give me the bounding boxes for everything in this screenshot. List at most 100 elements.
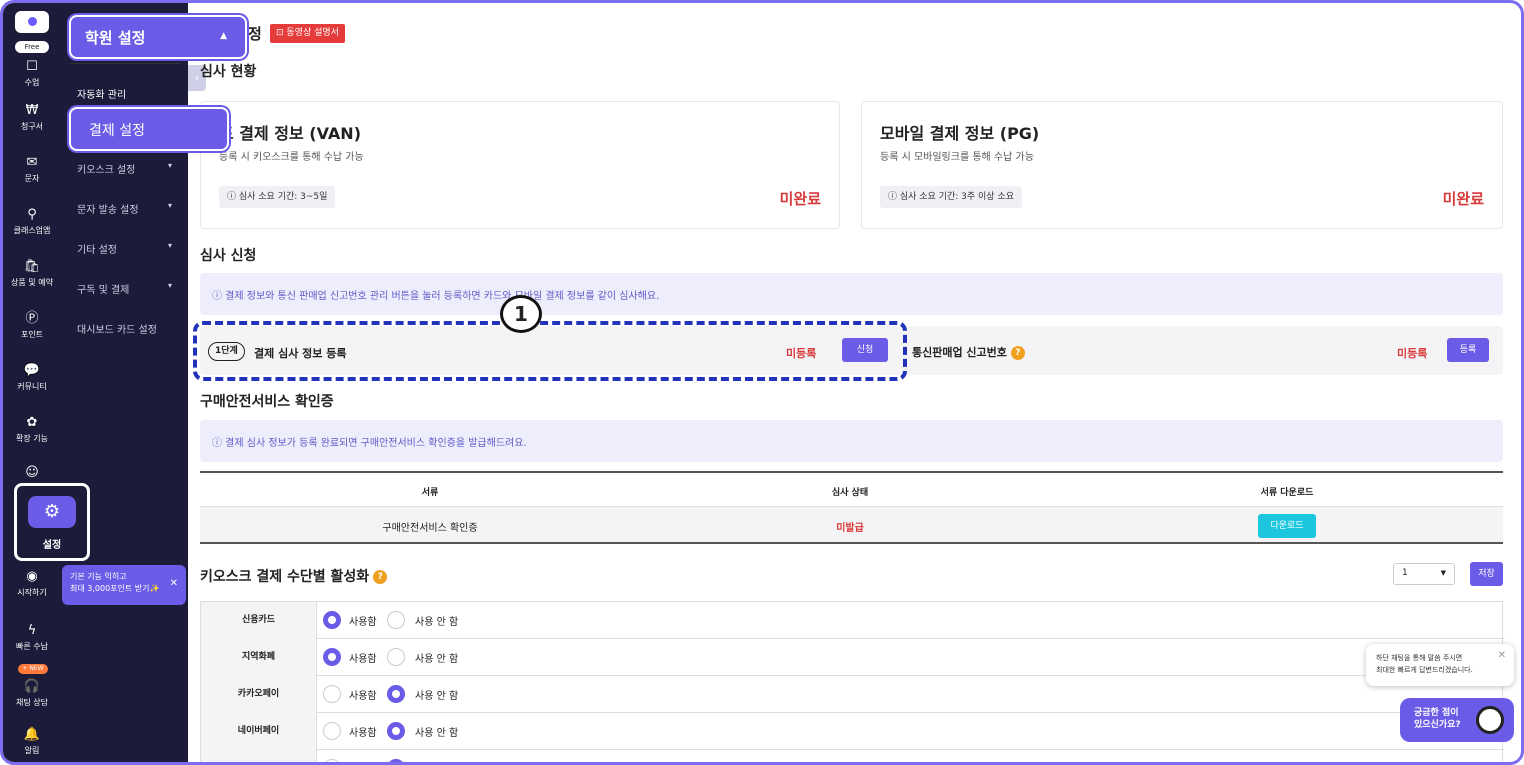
- card-title: 모바일 결제 정보 (PG): [880, 124, 1040, 143]
- use-radio[interactable]: [323, 648, 341, 666]
- rail-item-invoice[interactable]: ₩ 청구서: [3, 103, 61, 132]
- nouse-radio[interactable]: [387, 722, 405, 740]
- start-icon: ◉: [26, 569, 38, 584]
- onboarding-tip[interactable]: 기본 기능 익히고 최대 3,000포인트 받기✨ ✕: [62, 565, 186, 605]
- nouse-radio[interactable]: [387, 611, 405, 629]
- sidebar-item-sms[interactable]: 문자 발송 설정 ▾: [77, 201, 172, 216]
- rail-item-products[interactable]: 🛍 상품 및 예약: [3, 259, 61, 288]
- card-subtitle: 등록 시 키오스크를 통해 수납 가능: [219, 152, 364, 163]
- rail-item-settings[interactable]: ⚙ 설정: [14, 483, 90, 561]
- rail-item-misc[interactable]: ☺: [3, 465, 61, 483]
- divider: [71, 63, 181, 64]
- use-radio[interactable]: [323, 722, 341, 740]
- rail-item-chat[interactable]: 🎧 채팅 상담: [3, 679, 61, 708]
- sidebar-item-subscription[interactable]: 구독 및 결제 ▾: [77, 281, 172, 296]
- app-icon: ⚲: [27, 207, 37, 222]
- rail-item-quick-pay[interactable]: ϟ 빠른 수납: [3, 623, 61, 652]
- nouse-radio[interactable]: [387, 759, 405, 762]
- app-frame: Free ☐ 수업 ₩ 청구서 ✉ 문자 ⚲ 클래스업앱 🛍 상품 및 예약 Ⓟ 포인트 💬…: [0, 0, 1524, 765]
- points-icon: Ⓟ: [25, 311, 39, 326]
- gear-icon: ⚙: [28, 496, 76, 528]
- highlight-dashed-box: [193, 321, 907, 381]
- plan-badge: Free: [15, 41, 49, 53]
- chat-open-button[interactable]: 궁금한 점이 있으신가요?: [1400, 698, 1514, 742]
- card-title: 드 결제 정보 (VAN): [219, 124, 362, 143]
- table-row: 지역화폐 사용함 사용 안 함: [201, 639, 1504, 676]
- chevron-down-icon: ▾: [167, 201, 172, 210]
- table-header: 서류 심사 상태 서류 다운로드: [200, 471, 1503, 507]
- download-button[interactable]: 다운로드: [1258, 514, 1316, 538]
- headset-icon: 🎧: [23, 679, 41, 694]
- close-icon[interactable]: ✕: [170, 578, 178, 590]
- help-icon[interactable]: ?: [1010, 346, 1025, 360]
- review-status-heading: 심사 현황: [200, 64, 257, 80]
- class-icon: ☐: [26, 59, 38, 74]
- payment-name: 네이버페이: [201, 713, 317, 750]
- close-icon[interactable]: ✕: [1498, 650, 1506, 662]
- safety-heading: 구매안전서비스 확인증: [200, 394, 334, 410]
- rail-item-message[interactable]: ✉ 문자: [3, 155, 61, 184]
- telecom-label: 통신판매업 신고번호?: [912, 344, 1025, 360]
- page-select[interactable]: 1 ▼: [1393, 563, 1455, 585]
- sidebar-item-dashboard-cards[interactable]: 대시보드 카드 설정: [77, 321, 172, 336]
- sidebar-item-automation[interactable]: 자동화 관리: [77, 86, 172, 101]
- column-header: 심사 상태: [831, 488, 869, 498]
- radio-label: 사용 안 함: [415, 761, 458, 762]
- telecom-status: 미등록: [1397, 347, 1428, 360]
- use-radio[interactable]: [323, 611, 341, 629]
- doc-status: 미발급: [836, 523, 864, 534]
- bag-icon: 🛍: [23, 259, 41, 274]
- status-label: 미완료: [1442, 190, 1484, 208]
- sidebar-item-payment-settings[interactable]: 결제 설정: [69, 107, 229, 151]
- nouse-radio[interactable]: [387, 685, 405, 703]
- review-period-chip: ⓘ 심사 소요 기간: 3~5일: [219, 186, 336, 208]
- app-logo[interactable]: [15, 11, 49, 33]
- table-row: 신용카드 사용함 사용 안 함: [201, 602, 1504, 639]
- page-title: 정: [248, 25, 262, 43]
- radio-label: 사용 안 함: [415, 617, 459, 628]
- radio-label: 사용함: [349, 691, 377, 702]
- use-radio[interactable]: [323, 759, 341, 762]
- nouse-radio[interactable]: [387, 648, 405, 666]
- payment-name: 카카오페이: [201, 676, 317, 713]
- table-row: 카카오페이 사용함 사용 안 함: [201, 676, 1504, 713]
- tip-line: 최대 3,000포인트 받기✨: [70, 584, 160, 593]
- payment-name: 신용카드: [201, 602, 317, 639]
- rail-item-points[interactable]: Ⓟ 포인트: [3, 311, 61, 340]
- register-button[interactable]: 등록: [1447, 338, 1489, 362]
- save-button[interactable]: 저장: [1470, 562, 1503, 586]
- radio-label: 사용 안 함: [415, 654, 459, 665]
- rail-item-alerts[interactable]: 🔔 알림: [3, 727, 61, 756]
- new-badge: + NEW: [18, 664, 48, 674]
- face-icon: ☺: [25, 465, 39, 480]
- rail-item-class[interactable]: ☐ 수업: [3, 59, 61, 88]
- use-radio[interactable]: [323, 685, 341, 703]
- info-notice: ⓘ 결제 심사 정보가 등록 완료되면 구매안전서비스 확인증을 발급해드려요.: [200, 420, 1503, 462]
- mail-icon: ✉: [26, 155, 38, 170]
- tip-line: 기본 기능 익히고: [70, 572, 127, 581]
- kiosk-heading: 키오스크 결제 수단별 활성화?: [200, 566, 388, 586]
- apply-heading: 심사 신청: [200, 248, 257, 264]
- table-row: 구매안전서비스 확인증 미발급 다운로드: [200, 507, 1503, 544]
- sidebar-header-academy-settings[interactable]: 학원 설정 ▲: [69, 15, 247, 59]
- chat-bubble-icon: 💬: [23, 363, 41, 378]
- radio-label: 사용함: [349, 761, 377, 762]
- chevron-down-icon: ▾: [167, 161, 172, 170]
- column-header: 서류: [421, 488, 439, 498]
- video-guide-button[interactable]: ⊡ 동영상 설명서: [270, 24, 345, 43]
- icon-rail: Free ☐ 수업 ₩ 청구서 ✉ 문자 ⚲ 클래스업앱 🛍 상품 및 예약 Ⓟ 포인트 💬…: [3, 3, 61, 762]
- status-label: 미완료: [779, 190, 821, 208]
- caret-down-icon: ▼: [1440, 569, 1446, 577]
- rail-item-start[interactable]: ◉ 시작하기: [3, 569, 61, 598]
- rail-item-app[interactable]: ⚲ 클래스업앱: [3, 207, 61, 236]
- help-icon[interactable]: ?: [373, 570, 388, 584]
- puzzle-icon: ✿: [26, 415, 38, 430]
- sidebar-item-kiosk[interactable]: 키오스크 설정 ▾: [77, 161, 172, 176]
- sidebar-item-etc[interactable]: 기타 설정 ▾: [77, 241, 172, 256]
- table-row: 애플페이 사용함 사용 안 함: [201, 750, 1504, 762]
- rail-item-extensions[interactable]: ✿ 확장 기능: [3, 415, 61, 444]
- radio-label: 사용 안 함: [415, 691, 459, 702]
- avatar-icon: [1476, 706, 1504, 734]
- radio-label: 사용함: [349, 654, 377, 665]
- rail-item-community[interactable]: 💬 커뮤니티: [3, 363, 61, 392]
